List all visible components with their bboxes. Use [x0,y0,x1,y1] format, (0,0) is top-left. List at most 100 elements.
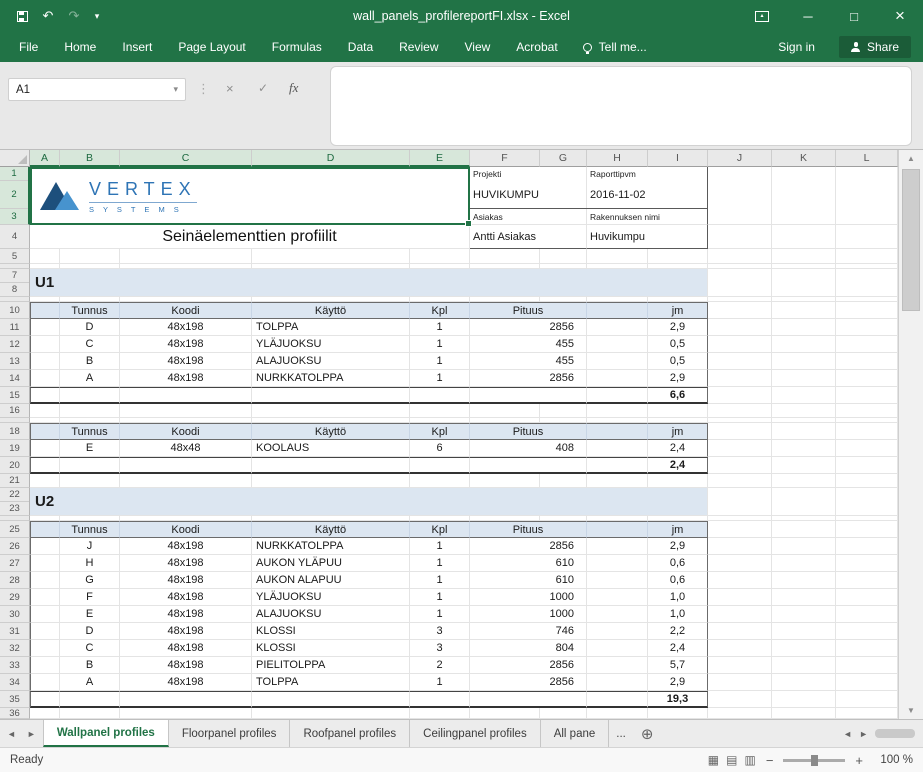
sheet-tabs-overflow[interactable]: ... [609,720,633,747]
column-header-d[interactable]: D [252,150,410,167]
cell[interactable] [30,657,60,674]
cell[interactable]: A [60,674,120,691]
row-header[interactable]: 32 [0,640,30,657]
cell[interactable]: 610 [470,555,587,572]
zoom-slider[interactable] [783,759,845,762]
cell[interactable]: NURKKATOLPPA [252,538,410,555]
cell[interactable] [587,474,648,488]
sign-in-link[interactable]: Sign in [778,40,815,54]
cell[interactable] [708,440,772,457]
cell[interactable] [252,691,410,708]
cell[interactable] [587,623,648,640]
cell[interactable]: 804 [470,640,587,657]
cell[interactable] [30,691,60,708]
info-cell[interactable]: Asiakas [470,209,587,225]
cell[interactable] [470,404,540,418]
customer-cell[interactable]: Antti Asiakas [470,225,587,249]
cell[interactable] [120,457,252,474]
row-header[interactable]: 15 [0,387,30,404]
cell[interactable] [587,319,648,336]
row-header[interactable]: 123 [0,167,30,225]
ribbon-tab-review[interactable]: Review [386,32,451,62]
ribbon-tab-insert[interactable]: Insert [109,32,165,62]
cell[interactable]: A [60,370,120,387]
column-header-k[interactable]: K [772,150,836,167]
cell[interactable] [708,488,772,516]
row-header[interactable]: 29 [0,589,30,606]
cell[interactable] [587,555,648,572]
cell[interactable]: jm [648,521,708,538]
cell[interactable] [587,387,648,404]
column-header-i[interactable]: I [648,150,708,167]
cell[interactable] [836,589,898,606]
cell[interactable] [836,249,898,264]
cell[interactable]: Käyttö [252,423,410,440]
cell[interactable] [772,302,836,319]
cell[interactable] [252,457,410,474]
cell[interactable] [587,423,648,440]
row-header[interactable]: 4 [0,225,30,249]
cell[interactable] [772,225,836,249]
cell[interactable]: Pituus [470,302,587,319]
column-header-c[interactable]: C [120,150,252,167]
cell[interactable] [836,538,898,555]
cell[interactable]: NURKKATOLPPA [252,370,410,387]
maximize-icon[interactable]: □ [831,0,877,32]
cell[interactable]: 1 [410,319,470,336]
cell[interactable] [836,423,898,440]
cell[interactable] [410,474,470,488]
cell[interactable]: 48x198 [120,370,252,387]
vertical-scrollbar[interactable]: ▲ ▼ [898,150,923,719]
row-header[interactable]: 18 [0,423,30,440]
cell[interactable] [540,249,587,264]
row-header[interactable]: 20 [0,457,30,474]
cell[interactable]: Tunnus [60,423,120,440]
cell[interactable] [708,387,772,404]
cell[interactable]: 48x198 [120,336,252,353]
ribbon-tab-acrobat[interactable]: Acrobat [503,32,570,62]
customize-qat-icon[interactable]: ▾ [88,11,106,22]
cell[interactable] [708,353,772,370]
cell[interactable] [410,387,470,404]
row-header[interactable]: 19 [0,440,30,457]
cell[interactable]: 1 [410,336,470,353]
enter-icon[interactable]: ✓ [258,81,268,95]
cell[interactable]: 2,4 [648,640,708,657]
cell[interactable]: 48x198 [120,674,252,691]
cell[interactable]: C [60,640,120,657]
cell[interactable]: Kpl [410,423,470,440]
cell[interactable] [836,474,898,488]
cell[interactable]: 2856 [470,319,587,336]
save-icon[interactable] [10,9,34,24]
cell[interactable] [587,606,648,623]
cell[interactable] [708,521,772,538]
cell[interactable]: KOOLAUS [252,440,410,457]
cell[interactable] [120,404,252,418]
cell[interactable] [540,404,587,418]
cell[interactable] [836,691,898,708]
cell[interactable] [540,474,587,488]
cell[interactable] [836,555,898,572]
cell[interactable] [587,302,648,319]
selection-fill-handle[interactable] [465,220,472,227]
cell[interactable] [470,249,540,264]
sheet-tab-all-pane[interactable]: All pane [541,720,610,747]
cell[interactable]: 48x198 [120,606,252,623]
name-box-dropdown-icon[interactable]: ▾ [165,84,178,95]
cell[interactable]: Tunnus [60,302,120,319]
cell[interactable] [587,657,648,674]
cell[interactable]: B [60,657,120,674]
cell[interactable] [772,521,836,538]
cell[interactable]: 0,5 [648,353,708,370]
cell[interactable]: 408 [470,440,587,457]
cell[interactable] [470,457,587,474]
row-header[interactable]: 2223 [0,488,30,516]
cell[interactable] [587,572,648,589]
column-header-h[interactable]: H [587,150,648,167]
cell[interactable] [772,249,836,264]
cell[interactable] [836,623,898,640]
info-cell[interactable]: HUVIKUMPU [470,181,587,208]
cell[interactable] [772,440,836,457]
info-cell[interactable]: Projekti [470,167,587,181]
scroll-up-icon[interactable]: ▲ [899,150,923,167]
